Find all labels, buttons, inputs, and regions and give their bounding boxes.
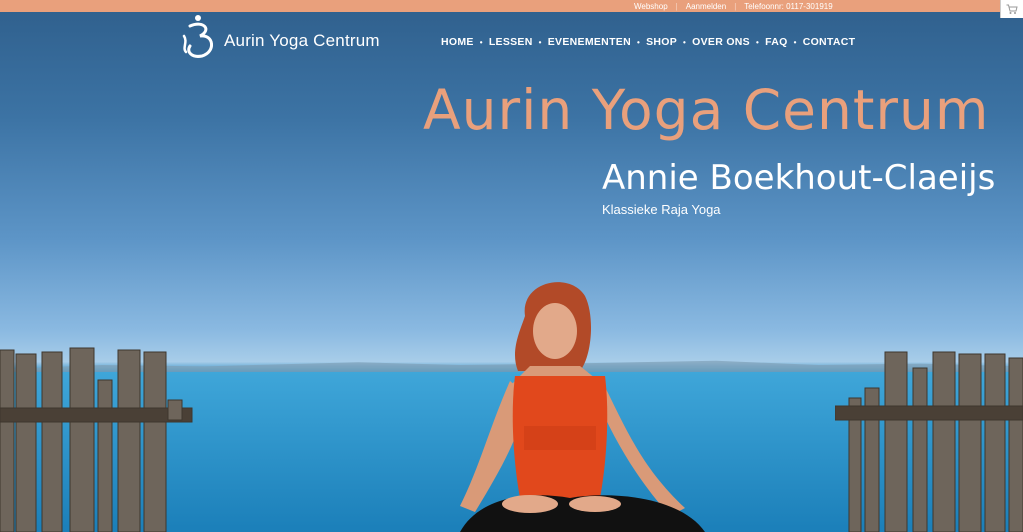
meditating-woman-image [460, 282, 705, 532]
nav-item-evenementen[interactable]: EVENEMENTEN [548, 36, 631, 48]
yoga-om-icon [182, 15, 213, 58]
nav-item-shop[interactable]: SHOP [646, 36, 677, 48]
hero-tagline: Klassieke Raja Yoga [602, 202, 721, 217]
separator: | [675, 1, 678, 11]
phone-link[interactable]: Telefoonnr: 0117-301919 [744, 2, 832, 11]
top-links: Webshop | Aanmelden | Telefoonnr: 0117-3… [634, 0, 833, 12]
left-pier-image [0, 347, 193, 532]
hero-title: Aurin Yoga Centrum [423, 78, 990, 142]
nav-separator: • [538, 37, 542, 47]
site-logo[interactable]: Aurin Yoga Centrum [180, 12, 380, 70]
nav-item-home[interactable]: HOME [441, 36, 474, 48]
nav-separator: • [636, 37, 641, 47]
nav-item-faq[interactable]: FAQ [765, 36, 788, 48]
main-nav: HOME • LESSEN • EVENEMENTEN • SHOP • OVE… [441, 36, 855, 48]
login-link[interactable]: Aanmelden [686, 2, 726, 11]
right-pier-image [835, 351, 1023, 532]
nav-separator: • [793, 37, 797, 47]
logo-text: Aurin Yoga Centrum [224, 31, 380, 50]
top-bar [0, 0, 1023, 12]
nav-separator: • [683, 37, 687, 47]
nav-item-over-ons[interactable]: OVER ONS [692, 36, 750, 48]
cart-button[interactable] [1000, 0, 1023, 18]
separator: | [734, 1, 737, 11]
nav-item-lessen[interactable]: LESSEN [489, 36, 533, 48]
nav-separator: • [755, 37, 760, 47]
hero-subtitle: Annie Boekhout-Claeijs [602, 158, 996, 198]
webshop-link[interactable]: Webshop [634, 2, 668, 11]
cart-icon [1006, 4, 1018, 14]
nav-item-contact[interactable]: CONTACT [803, 36, 856, 48]
nav-separator: • [479, 37, 483, 47]
